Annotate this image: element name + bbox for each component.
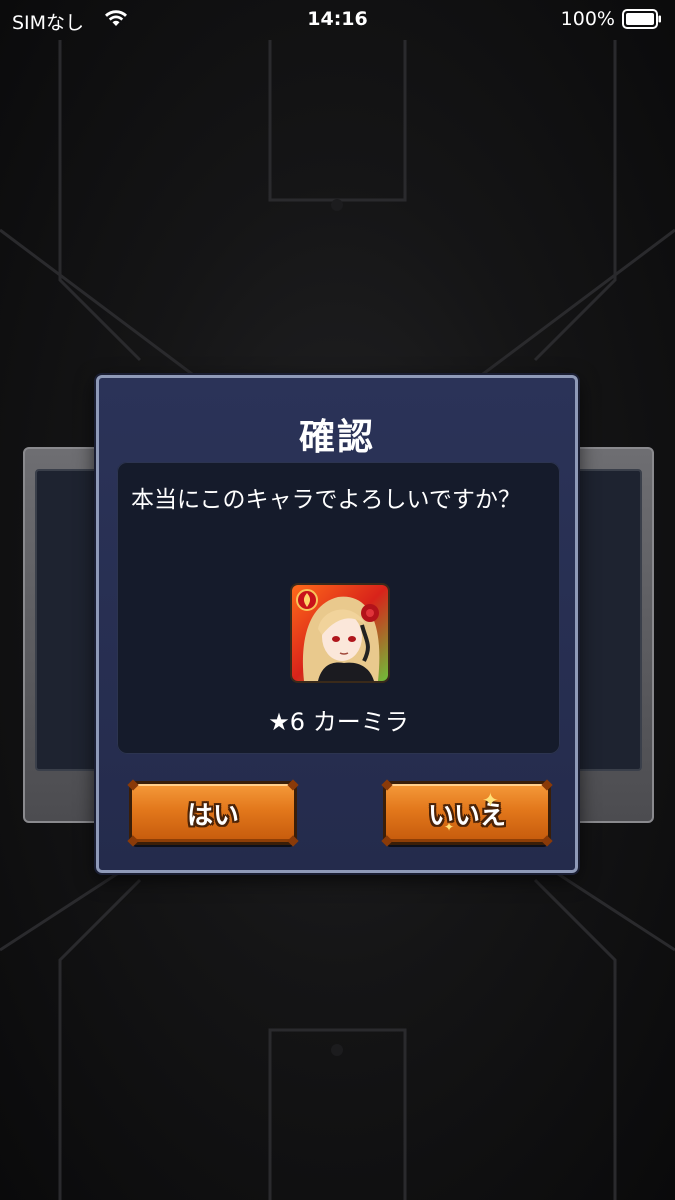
yes-button[interactable]: はい xyxy=(127,779,299,847)
character-name: ★6 カーミラ xyxy=(268,708,409,736)
dialog-body: 本当にこのキャラでよろしいですか？ ★6 カーミラ xyxy=(117,462,560,754)
fire-element-icon xyxy=(296,589,318,611)
sparkle-icon: ✦ xyxy=(482,788,499,812)
sparkle-icon: ✦ xyxy=(444,820,455,834)
battery-percent: 100% xyxy=(560,8,615,30)
no-button[interactable]: いいえ ✦ ✦ xyxy=(381,779,553,847)
dialog-title: 確認 xyxy=(298,417,375,458)
character-portrait xyxy=(290,583,390,683)
yes-button-label: はい xyxy=(186,800,239,831)
battery-icon xyxy=(622,9,661,29)
status-bar: SIMなし 14:16 100% xyxy=(0,0,675,40)
dialog-message: 本当にこのキャラでよろしいですか？ xyxy=(131,487,521,513)
confirm-dialog: 確認 本当にこのキャラでよろしいですか？ ★6 カーミラ はい いいえ ✦ ✦ xyxy=(96,375,578,873)
